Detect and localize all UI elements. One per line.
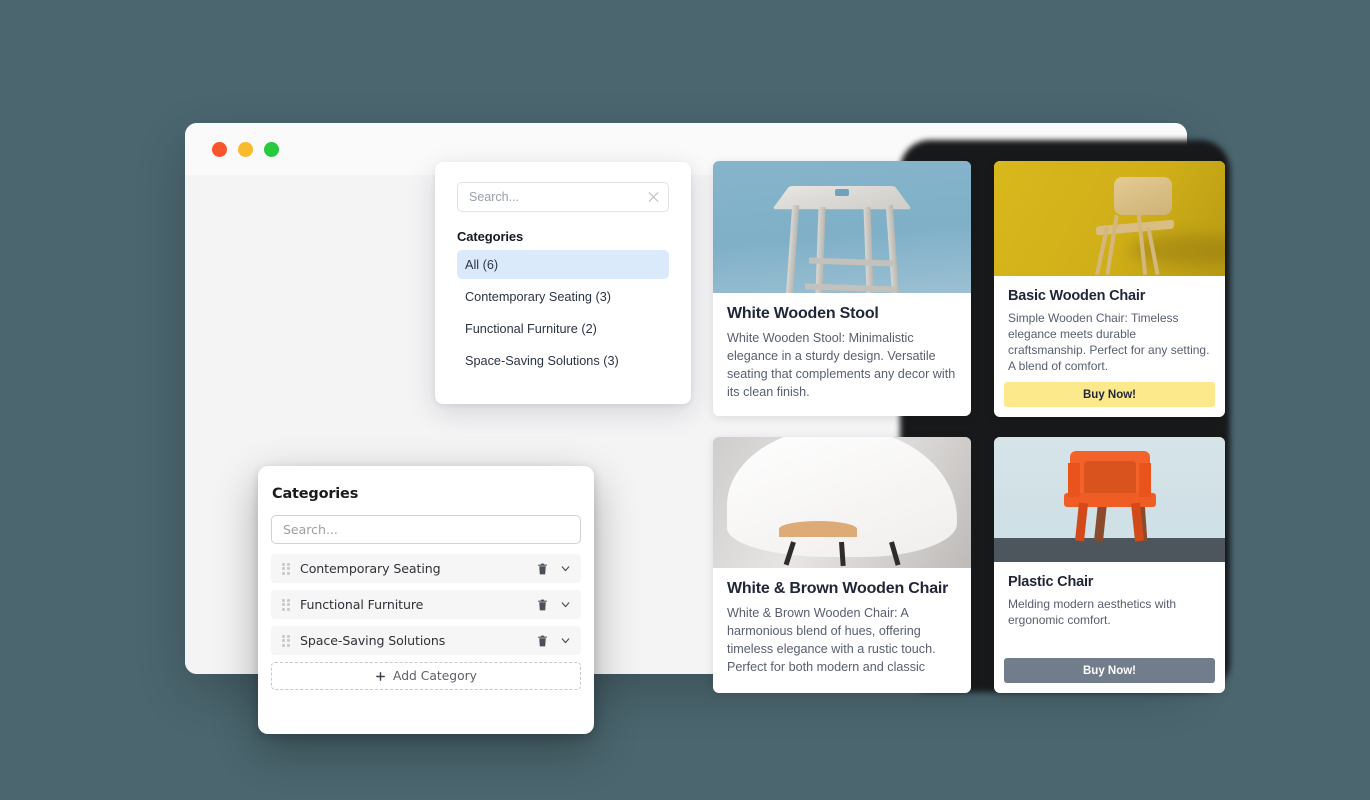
- close-icon[interactable]: [647, 191, 660, 204]
- dropdown-search-wrapper: [457, 182, 669, 212]
- filter-item-label: Space-Saving Solutions (3): [465, 353, 619, 368]
- drag-handle-icon[interactable]: [282, 598, 290, 611]
- close-window-button[interactable]: [212, 141, 227, 157]
- trash-icon[interactable]: [536, 562, 549, 576]
- chevron-down-icon[interactable]: [559, 634, 572, 647]
- maximize-window-button[interactable]: [264, 141, 279, 157]
- drag-handle-icon[interactable]: [282, 562, 290, 575]
- add-category-button[interactable]: Add Category: [271, 662, 581, 690]
- product-card[interactable]: White & Brown Wooden Chair White & Brown…: [713, 437, 971, 693]
- plus-icon: [376, 671, 385, 681]
- product-image-basic-wooden-chair: [994, 161, 1225, 276]
- category-list-item[interactable]: Functional Furniture: [271, 590, 581, 619]
- add-category-label: Add Category: [393, 669, 477, 683]
- product-description: Simple Wooden Chair: Timeless elegance m…: [1008, 311, 1210, 373]
- filter-item-contemporary-seating[interactable]: Contemporary Seating (3): [457, 282, 669, 311]
- category-editor-panel: Categories Contemporary Seating Function…: [258, 466, 594, 734]
- filter-item-functional-furniture[interactable]: Functional Furniture (2): [457, 314, 669, 343]
- product-card-body: White & Brown Wooden Chair White & Brown…: [713, 568, 971, 686]
- product-title: White Wooden Stool: [727, 305, 879, 322]
- category-search-input[interactable]: [271, 515, 581, 544]
- product-description: Melding modern aesthetics with ergonomic…: [1008, 597, 1177, 627]
- filter-item-all[interactable]: All (6): [457, 250, 669, 279]
- minimize-window-button[interactable]: [238, 141, 253, 157]
- buy-now-button[interactable]: Buy Now!: [1004, 382, 1215, 407]
- category-list: Contemporary Seating Functional Furnitur…: [271, 554, 581, 655]
- product-card-body: White Wooden Stool White Wooden Stool: M…: [713, 293, 971, 411]
- product-image-white-brown-wooden-chair: [713, 437, 971, 568]
- product-image-plastic-chair: [994, 437, 1225, 562]
- category-list-item[interactable]: Contemporary Seating: [271, 554, 581, 583]
- chevron-down-icon[interactable]: [559, 598, 572, 611]
- product-description: White Wooden Stool: Minimalistic eleganc…: [727, 331, 956, 399]
- product-title: Plastic Chair: [1008, 574, 1094, 590]
- dropdown-heading: Categories: [457, 229, 524, 244]
- trash-icon[interactable]: [536, 598, 549, 612]
- product-card[interactable]: Basic Wooden Chair Simple Wooden Chair: …: [994, 161, 1225, 417]
- product-image-white-wooden-stool: [713, 161, 971, 293]
- trash-icon[interactable]: [536, 634, 549, 648]
- category-filter-dropdown: Categories All (6) Contemporary Seating …: [435, 162, 691, 404]
- product-card[interactable]: White Wooden Stool White Wooden Stool: M…: [713, 161, 971, 416]
- product-card-body: Basic Wooden Chair Simple Wooden Chair: …: [994, 276, 1225, 384]
- panel-title: Categories: [272, 486, 359, 502]
- search-input[interactable]: [457, 182, 669, 212]
- chevron-down-icon[interactable]: [559, 562, 572, 575]
- category-name: Space-Saving Solutions: [300, 633, 446, 648]
- filter-item-label: Functional Furniture (2): [465, 321, 597, 336]
- filter-item-space-saving-solutions[interactable]: Space-Saving Solutions (3): [457, 346, 669, 375]
- category-name: Functional Furniture: [300, 597, 424, 612]
- product-title: Basic Wooden Chair: [1008, 288, 1146, 304]
- product-card[interactable]: Plastic Chair Melding modern aesthetics …: [994, 437, 1225, 693]
- category-list-item[interactable]: Space-Saving Solutions: [271, 626, 581, 655]
- buy-now-button[interactable]: Buy Now!: [1004, 658, 1215, 683]
- product-description: White & Brown Wooden Chair: A harmonious…: [727, 606, 936, 674]
- category-name: Contemporary Seating: [300, 561, 441, 576]
- product-card-body: Plastic Chair Melding modern aesthetics …: [994, 562, 1225, 638]
- drag-handle-icon[interactable]: [282, 634, 290, 647]
- product-title: White & Brown Wooden Chair: [727, 580, 949, 597]
- filter-item-label: All (6): [465, 257, 499, 272]
- filter-item-label: Contemporary Seating (3): [465, 289, 611, 304]
